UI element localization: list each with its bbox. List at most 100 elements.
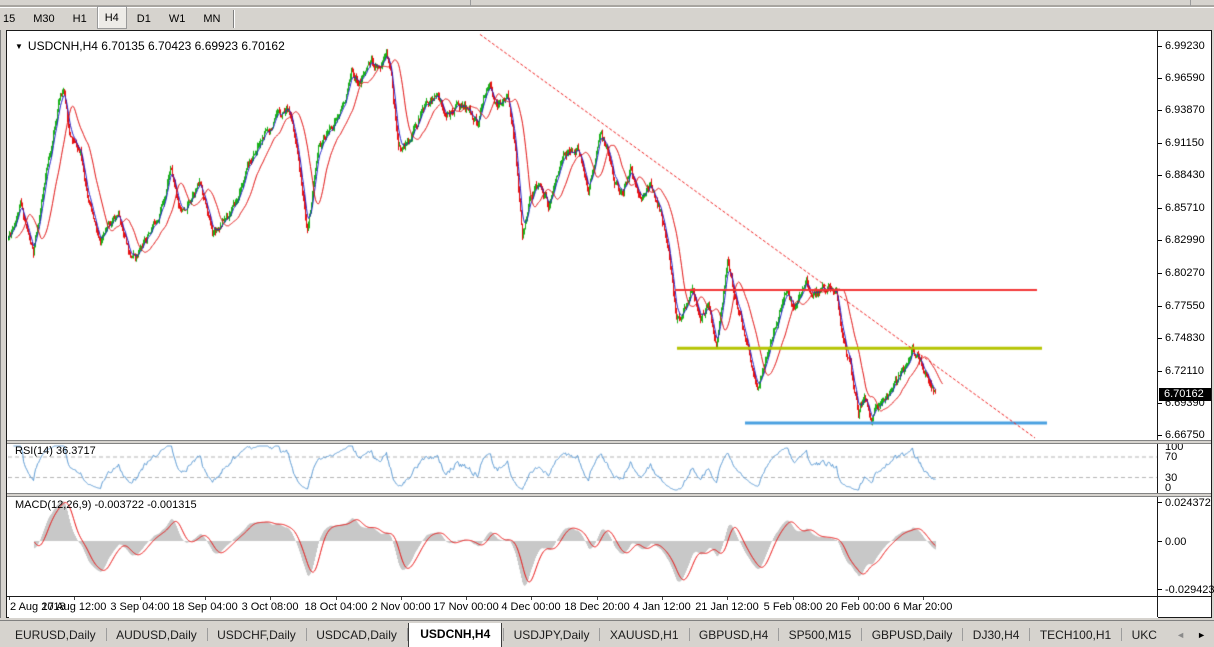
- symbol-info: ▼ USDCNH,H4 6.70135 6.70423 6.69923 6.70…: [15, 39, 285, 53]
- rsi-canvas[interactable]: [8, 444, 1157, 493]
- time-axis-tick: [336, 597, 337, 600]
- timeframe-button-d1[interactable]: D1: [129, 9, 159, 29]
- tab-scroll-left-button[interactable]: ◄: [1176, 625, 1185, 645]
- time-axis-label: 4 Dec 00:00: [501, 601, 561, 613]
- pane-splitter[interactable]: [7, 493, 1211, 497]
- timeframe-toolbar: 15 M30 H1 H4 D1 W1 MN: [0, 6, 1214, 30]
- current-price-tag: 6.70162: [1159, 388, 1211, 401]
- tab-tech100-h1[interactable]: TECH100,H1: [1031, 624, 1120, 647]
- symbol-dropdown-icon[interactable]: ▼: [15, 42, 23, 51]
- tab-scroll-right-button[interactable]: ►: [1197, 625, 1206, 645]
- price-axis-tick: [1158, 240, 1162, 241]
- timeframe-button-h1[interactable]: H1: [65, 9, 95, 29]
- tab-scroll-arrows: ◄ ►: [1166, 625, 1212, 645]
- terminal-window: 15 M30 H1 H4 D1 W1 MN ▼ USDCNH,H4 6.70135 6.70…: [0, 0, 1214, 647]
- price-axis-tick: [1158, 435, 1162, 436]
- price-axis-label: 6.91150: [1165, 137, 1204, 149]
- macd-axis-label: 0.00: [1165, 535, 1187, 548]
- time-axis-label: 18 Oct 04:00: [304, 601, 368, 613]
- macd-axis-label: 0.024372: [1165, 496, 1211, 509]
- tab-gbpusd-h4[interactable]: GBPUSD,H4: [690, 624, 777, 647]
- tab-usdchf-daily[interactable]: USDCHF,Daily: [208, 624, 305, 647]
- timeframe-button-w1[interactable]: W1: [161, 9, 194, 29]
- time-axis-tick: [74, 597, 75, 600]
- time-axis-tick: [9, 597, 10, 600]
- tab-ukc[interactable]: UKC: [1123, 624, 1166, 647]
- toolbar-divider: [1190, 0, 1191, 6]
- chart-bottom-line: [7, 596, 1211, 597]
- rsi-label: RSI(14) 36.3717: [15, 445, 96, 457]
- time-axis-tick: [466, 597, 467, 600]
- price-axis-tick: [1158, 273, 1162, 274]
- price-pane[interactable]: ▼ USDCNH,H4 6.70135 6.70423 6.69923 6.70…: [8, 32, 1157, 441]
- price-chart-canvas[interactable]: [8, 32, 1157, 441]
- price-axis-tick: [1158, 208, 1162, 209]
- rsi-axis-label: 70: [1165, 451, 1178, 463]
- time-axis-tick: [140, 597, 141, 600]
- time-axis-label: 17 Aug 12:00: [41, 601, 107, 613]
- timeframe-button-15[interactable]: 15: [0, 9, 23, 29]
- time-axis-tick: [727, 597, 728, 600]
- price-axis-label: 6.72110: [1165, 365, 1204, 377]
- time-axis-tick: [793, 597, 794, 600]
- macd-label: MACD(12,26,9) -0.003722 -0.001315: [15, 499, 197, 511]
- price-axis-label: 6.93870: [1165, 104, 1205, 116]
- tab-usdjpy-daily[interactable]: USDJPY,Daily: [505, 624, 599, 647]
- price-axis-label: 6.85710: [1165, 202, 1205, 214]
- price-axis-tick: [1158, 110, 1162, 111]
- price-axis-tick: [1158, 143, 1162, 144]
- tab-gbpusd-daily[interactable]: GBPUSD,Daily: [863, 624, 962, 647]
- price-axis-tick: [1158, 403, 1162, 404]
- price-axis-tick: [1158, 175, 1162, 176]
- timeframe-button-mn[interactable]: MN: [195, 9, 228, 29]
- price-axis-label: 6.80270: [1165, 267, 1205, 279]
- time-axis-label: 18 Sep 04:00: [172, 601, 238, 613]
- price-axis-label: 6.99230: [1165, 40, 1205, 52]
- pane-splitter[interactable]: [7, 440, 1211, 444]
- tab-usdcnh-h4[interactable]: USDCNH,H4: [408, 623, 503, 647]
- timeframe-button-m30[interactable]: M30: [25, 9, 62, 29]
- price-axis-label: 6.96590: [1165, 72, 1205, 84]
- chart-tab-bar: EURUSD,Daily AUDUSD,Daily USDCHF,Daily USDC…: [0, 620, 1214, 647]
- tab-eurusd-daily[interactable]: EURUSD,Daily: [6, 624, 105, 647]
- time-axis-tick: [662, 597, 663, 600]
- price-axis-tick: [1158, 46, 1162, 47]
- time-axis-tick: [597, 597, 598, 600]
- time-axis-tick: [858, 597, 859, 600]
- price-axis-label: 6.77550: [1165, 300, 1205, 312]
- price-axis-tick: [1158, 371, 1162, 372]
- time-axis-tick: [531, 597, 532, 600]
- macd-canvas[interactable]: [8, 497, 1157, 596]
- price-axis[interactable]: 6.70162 6.99230 6.96590 6.93870 6.91150 6.88…: [1157, 31, 1214, 617]
- price-axis-tick: [1158, 78, 1162, 79]
- tab-usdcad-daily[interactable]: USDCAD,Daily: [307, 624, 406, 647]
- timeframe-button-h4[interactable]: H4: [96, 6, 127, 29]
- toolbar-separator: [233, 10, 236, 28]
- tab-xauusd-h1[interactable]: XAUUSD,H1: [601, 624, 688, 647]
- time-axis-label: 18 Dec 20:00: [564, 601, 630, 613]
- macd-axis-tick: [1158, 541, 1162, 542]
- time-axis-tick: [401, 597, 402, 600]
- time-axis-label: 20 Feb 00:00: [825, 601, 891, 613]
- toolbar-divider: [470, 0, 471, 6]
- time-axis-label: 5 Feb 08:00: [763, 601, 823, 613]
- price-axis-tick: [1158, 306, 1162, 307]
- tab-audusd-daily[interactable]: AUDUSD,Daily: [107, 624, 206, 647]
- price-axis-tick: [1158, 338, 1162, 339]
- tab-sp500-m15[interactable]: SP500,M15: [780, 624, 861, 647]
- top-toolbar-strip: [0, 0, 1214, 8]
- macd-axis-label: -0.029423: [1165, 583, 1214, 596]
- chart-tabs: EURUSD,Daily AUDUSD,Daily USDCHF,Daily USDC…: [6, 623, 1166, 647]
- macd-pane[interactable]: MACD(12,26,9) -0.003722 -0.001315: [8, 497, 1157, 596]
- window-left-edge: [0, 30, 1, 618]
- tab-dj30-h4[interactable]: DJ30,H4: [964, 624, 1029, 647]
- time-axis-tick: [205, 597, 206, 600]
- macd-axis-tick: [1158, 502, 1162, 503]
- price-axis-label: 6.74830: [1165, 332, 1205, 344]
- time-axis-label: 17 Nov 00:00: [433, 601, 499, 613]
- rsi-pane[interactable]: RSI(14) 36.3717: [8, 444, 1157, 493]
- time-axis-label: 3 Oct 08:00: [241, 601, 299, 613]
- time-axis-label: 2 Nov 00:00: [371, 601, 431, 613]
- time-axis[interactable]: 2 Aug 2018 17 Aug 12:00 3 Sep 04:00 18 Sep …: [9, 597, 1158, 618]
- time-axis-tick: [270, 597, 271, 600]
